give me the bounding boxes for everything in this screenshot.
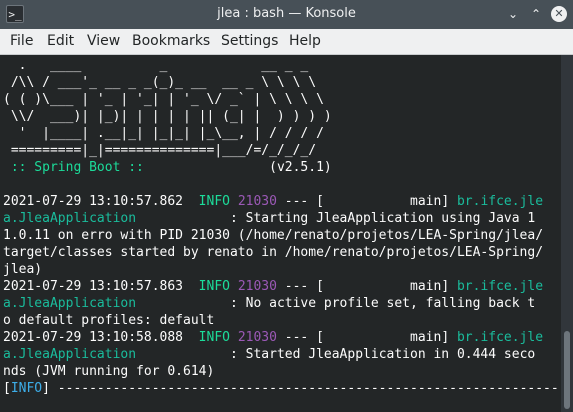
spring-boot-version-line: :: Spring Boot :: (v2.5.1) [3,159,332,176]
log-message: 1.0.11 on erro with PID 21030 (/home/ren… [3,228,544,243]
log-line: a.JleaApplication : Starting JleaApplica… [3,210,535,227]
log-logger: a.JleaApplication [3,347,137,362]
log-message: target/classes started by renato in /hom… [3,245,544,260]
log-line: 2021-07-29 13:10:58.088 INFO 21030 --- [… [3,329,543,346]
spring-boot-version: (v2.5.1) [151,160,332,175]
log-thread: --- [ main] [276,330,457,345]
menu-file[interactable]: File [10,33,33,49]
log-logger: br.ifce.jle [456,194,544,209]
banner-line: ( ( )\___ | '_ | '_| | '_ \/ _` | \ \ \ … [3,92,324,107]
log-level: INFO [198,194,230,209]
banner-line: /\\ / ___'_ __ _ _(_)_ __ __ _ \ \ \ \ [3,75,317,90]
log-pid: 21030 [237,330,277,345]
log-timestamp: 2021-07-29 13:10:58.088 [3,330,184,345]
terminal-output[interactable]: . ____ _ __ _ _ /\\ / ___'_ __ _ _(_)_ _… [0,55,561,412]
window-title: jlea : bash — Konsole [217,6,356,21]
banner-line: ' |____| .__|_| |_|_| |_\__, | / / / / [3,126,324,141]
menu-bookmarks[interactable]: Bookmarks [132,33,210,49]
log-line: 2021-07-29 13:10:57.863 INFO 21030 --- [… [3,278,543,295]
log-logger: br.ifce.jle [456,279,544,294]
log-line: 2021-07-29 13:10:57.862 INFO 21030 --- [… [3,193,543,210]
log-message: : No active profile set, falling back t [136,296,536,311]
log-level: INFO [198,330,230,345]
menu-bar: File Edit View Bookmarks Settings Help [0,29,573,55]
title-bar[interactable]: >_ jlea : bash — Konsole ⌄ ⌃ ✕ [0,0,573,29]
bracket-open: [ [3,381,11,396]
konsole-window: >_ jlea : bash — Konsole ⌄ ⌃ ✕ File Edit… [0,0,573,412]
log-message: o default profiles: default [3,313,215,328]
log-logger: br.ifce.jle [456,330,544,345]
maximize-icon[interactable]: ⌃ [528,6,544,22]
banner-line: . ____ _ __ _ _ [3,58,309,73]
menu-settings[interactable]: Settings [221,33,278,49]
menu-view[interactable]: View [87,33,120,49]
maven-info-line: [INFO] ---------------------------------… [3,380,561,397]
log-message: : Starting JleaApplication using Java 1 [136,211,536,226]
banner-line: \\/ ___)| |_)| | | | | || (_| | ) ) ) ) [3,109,332,124]
log-level: INFO [198,279,230,294]
log-thread: --- [ main] [276,279,457,294]
log-message: : Started JleaApplication in 0.444 seco [136,347,536,362]
close-icon[interactable]: ✕ [551,6,567,22]
banner-line: =========|_|==============|___/=/_/_/_/ [3,143,317,158]
log-logger: a.JleaApplication [3,296,137,311]
log-line: a.JleaApplication : Started JleaApplicat… [3,346,535,363]
info-tag: INFO [10,381,43,396]
log-timestamp: 2021-07-29 13:10:57.862 [3,194,184,209]
log-line: a.JleaApplication : No active profile se… [3,295,535,312]
scrollbar-thumb[interactable] [564,331,570,409]
log-message: jlea) [3,262,43,277]
log-pid: 21030 [237,194,277,209]
vertical-scrollbar[interactable] [561,55,573,412]
log-message: nds (JVM running for 0.614) [3,364,215,379]
log-thread: --- [ main] [276,194,457,209]
log-logger: a.JleaApplication [3,211,137,226]
minimize-icon[interactable]: ⌄ [505,6,521,22]
log-timestamp: 2021-07-29 13:10:57.863 [3,279,184,294]
log-pid: 21030 [237,279,277,294]
spring-boot-label: :: Spring Boot :: [3,160,152,175]
menu-edit[interactable]: Edit [47,33,74,49]
separator-dashes: ] --------------------------------------… [42,381,561,396]
menu-help[interactable]: Help [289,33,321,49]
